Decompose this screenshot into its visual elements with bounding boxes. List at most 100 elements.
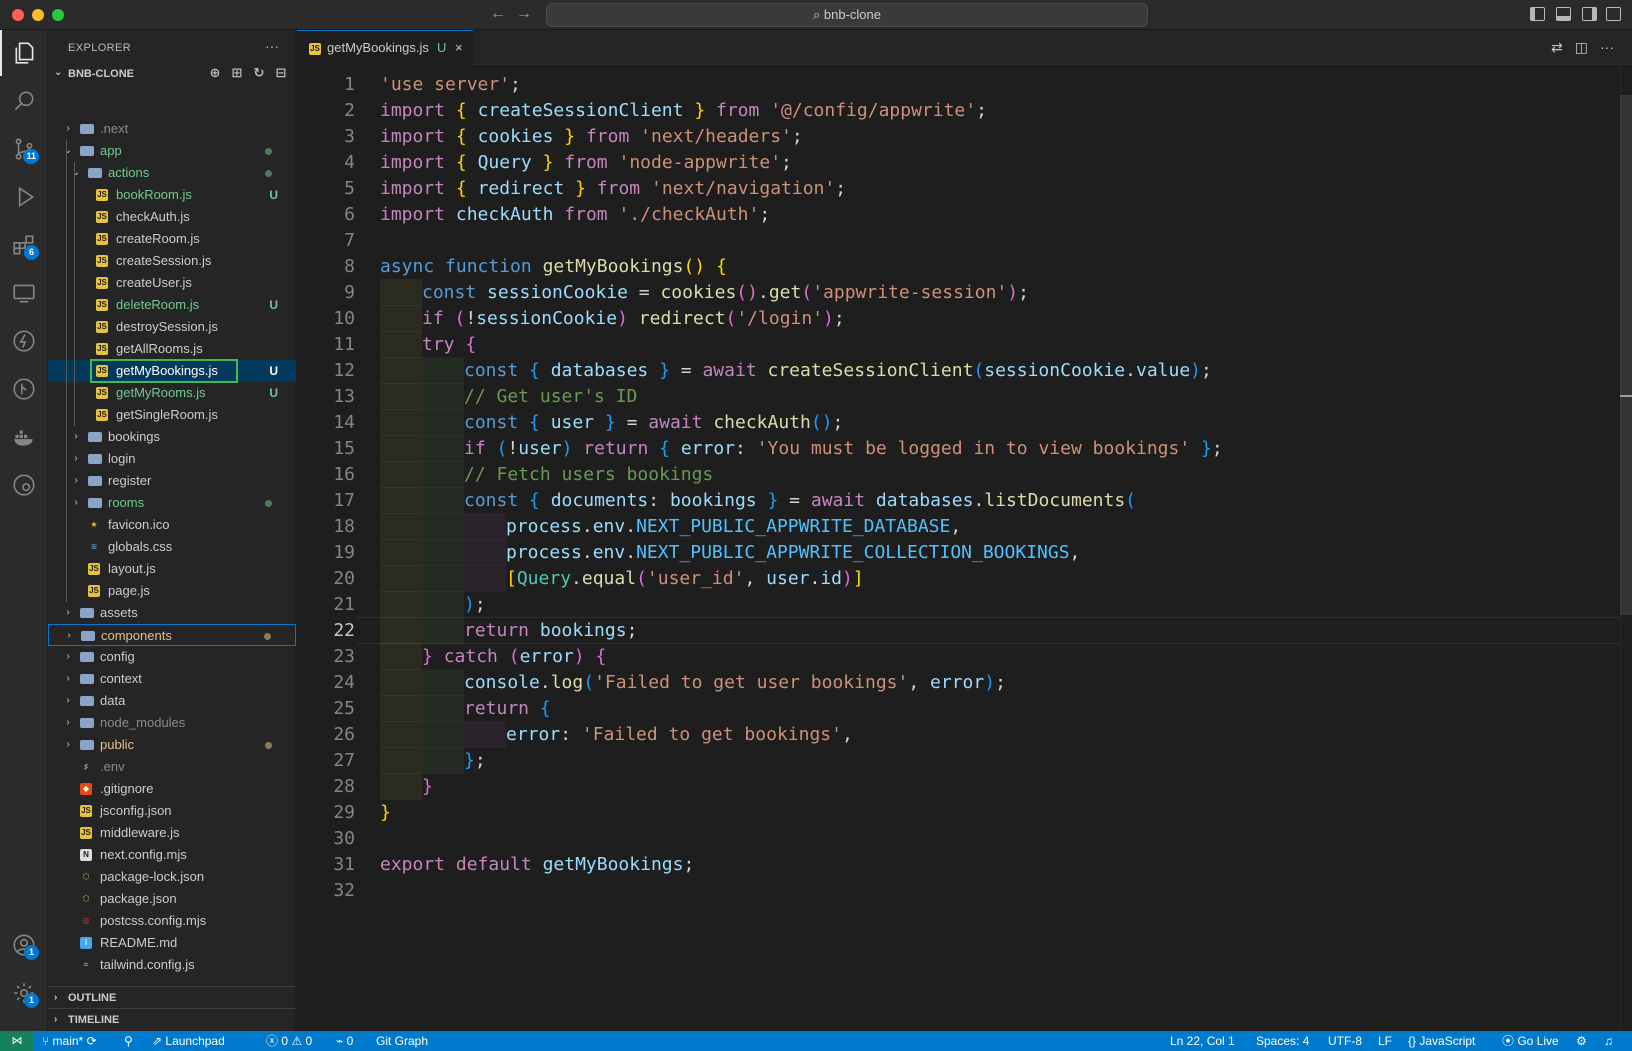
outline-section[interactable]: › OUTLINE [48,986,296,1008]
indentation-status[interactable]: Spaces: 4 [1256,1031,1309,1051]
source-control-icon[interactable]: 11 [0,126,48,172]
file-item[interactable]: i README.md [48,932,296,954]
more-actions-icon[interactable]: ··· [265,38,279,54]
file-item[interactable]: JS layout.js [48,558,296,580]
tab-getmybookings[interactable]: JS getMyBookings.js U × [297,30,473,65]
maximize-window-button[interactable] [52,9,64,21]
folder-item[interactable]: › bookings [48,426,296,448]
file-item[interactable]: ≋ globals.css [48,536,296,558]
file-item[interactable]: ≈ tailwind.config.js [48,954,296,976]
explorer-icon[interactable] [0,30,48,76]
extensions-icon[interactable]: 6 [0,222,48,268]
remote-indicator-icon[interactable]: ⋈ [0,1031,34,1051]
encoding-status[interactable]: UTF-8 [1328,1031,1362,1051]
folder-item[interactable]: › login [48,448,296,470]
toggle-primary-sidebar-icon[interactable] [1530,7,1545,21]
file-item[interactable]: JS getMyRooms.js U [48,382,296,404]
folder-item[interactable]: › rooms [48,492,296,514]
file-item[interactable]: JS bookRoom.js U [48,184,296,206]
folder-item[interactable]: › config [48,646,296,668]
toggle-secondary-sidebar-icon[interactable] [1582,7,1597,21]
code-token: 'use server' [380,74,511,95]
file-item[interactable]: JS createUser.js [48,272,296,294]
file-item[interactable]: JS getMyBookings.js U [48,359,296,383]
code-token: ( [725,308,737,329]
remote-explorer-icon[interactable] [0,270,48,316]
file-item[interactable]: JS checkAuth.js [48,206,296,228]
file-item[interactable]: JS getAllRooms.js [48,338,296,360]
folder-item[interactable]: › data [48,690,296,712]
folder-item[interactable]: › context [48,668,296,690]
close-tab-icon[interactable]: × [455,31,463,65]
code-token: databases [875,490,974,511]
run-debug-icon[interactable] [0,174,48,220]
folder-item[interactable]: › components [48,624,296,646]
code-editor[interactable]: 1 'use server'; 2 import { createSessionCli… [297,65,1620,1031]
customize-layout-icon[interactable] [1606,7,1621,21]
file-item[interactable]: ◆ .gitignore [48,778,296,800]
file-item[interactable]: JS deleteRoom.js U [48,294,296,316]
notifications-bell-icon[interactable]: ♫ [1604,1031,1613,1051]
folder-item[interactable]: › register [48,470,296,492]
folder-item[interactable]: › node_modules [48,712,296,734]
file-item[interactable]: JS createSession.js [48,250,296,272]
folder-item[interactable]: ⌄ app [48,140,296,162]
file-item[interactable]: JS jsconfig.json [48,800,296,822]
timeline-section[interactable]: › TIMELINE [48,1008,296,1030]
branch-status[interactable]: ⑂ main* ⟳ [42,1031,97,1051]
minimize-window-button[interactable] [32,9,44,21]
project-header[interactable]: ⌄ BNB-CLONE ⊕ ⊞ ↻ ⊟ [48,64,296,84]
file-item[interactable]: JS createRoom.js [48,228,296,250]
folder-item[interactable]: ⌄ actions [48,162,296,184]
folder-item[interactable]: › .next [48,118,296,140]
file-item[interactable]: JS page.js [48,580,296,602]
file-item[interactable]: Nnext.config.mjs [48,844,296,866]
folder-item[interactable]: › assets [48,602,296,624]
file-item[interactable]: ♯ .env [48,756,296,778]
folder-item[interactable]: › public [48,734,296,756]
open-changes-icon[interactable]: ⇄ [1551,39,1563,56]
accounts-icon[interactable]: 1 [0,922,48,968]
scrollbar-thumb[interactable] [1620,95,1632,615]
language-status[interactable]: {} JavaScript [1408,1031,1475,1051]
close-window-button[interactable] [12,9,24,21]
collapse-all-icon[interactable]: ⊟ [274,66,288,80]
gitlens-status-icon[interactable]: ⚲ [124,1031,133,1051]
file-item[interactable]: ★ favicon.ico [48,514,296,536]
line-source: return bookings; [464,617,637,644]
file-item[interactable]: JS middleware.js [48,822,296,844]
eol-status[interactable]: LF [1378,1031,1392,1051]
refresh-icon[interactable]: ↻ [252,66,266,80]
ports-status[interactable]: ⌁ 0 [336,1031,353,1051]
back-arrow-icon[interactable]: ← [490,5,506,23]
editor-scrollbar[interactable] [1620,65,1632,1031]
launchpad-status[interactable]: ⇗ Launchpad [152,1031,225,1051]
docker-icon[interactable] [0,414,48,460]
command-center-search[interactable]: ⌕ bnb-clone [546,3,1148,27]
toggle-panel-icon[interactable] [1556,7,1571,21]
thunder-client-icon[interactable] [0,318,48,364]
copilot-status-icon[interactable]: ⚙ [1576,1031,1587,1051]
new-folder-icon[interactable]: ⊞ [230,66,244,80]
file-item[interactable]: JS destroySession.js [48,316,296,338]
gitlens-icon[interactable] [0,462,48,508]
go-live-status[interactable]: ⦿ Go Live [1502,1031,1559,1051]
code-line: 19 process.env.NEXT_PUBLIC_APPWRITE_COLLE… [297,539,1620,566]
cursor-position-status[interactable]: Ln 22, Col 1 [1170,1031,1235,1051]
git-graph-icon[interactable] [0,366,48,412]
file-item[interactable]: ◎ postcss.config.mjs [48,910,296,932]
split-editor-icon[interactable]: ◫ [1575,39,1588,56]
search-icon[interactable] [0,78,48,124]
manage-gear-icon[interactable]: 1 [0,970,48,1016]
git-graph-status[interactable]: Git Graph [376,1031,428,1051]
file-item[interactable]: ⬡ package-lock.json [48,866,296,888]
forward-arrow-icon[interactable]: → [516,5,532,23]
line-source: error: 'Failed to get bookings', [506,721,853,748]
code-token: cookies [660,282,737,303]
problems-status[interactable]: ⓧ 0 ⚠ 0 [266,1031,312,1051]
file-item[interactable]: JS getSingleRoom.js [48,404,296,426]
file-item[interactable]: ⬡ package.json [48,888,296,910]
editor-more-icon[interactable]: ··· [1600,39,1614,56]
new-file-icon[interactable]: ⊕ [208,66,222,80]
